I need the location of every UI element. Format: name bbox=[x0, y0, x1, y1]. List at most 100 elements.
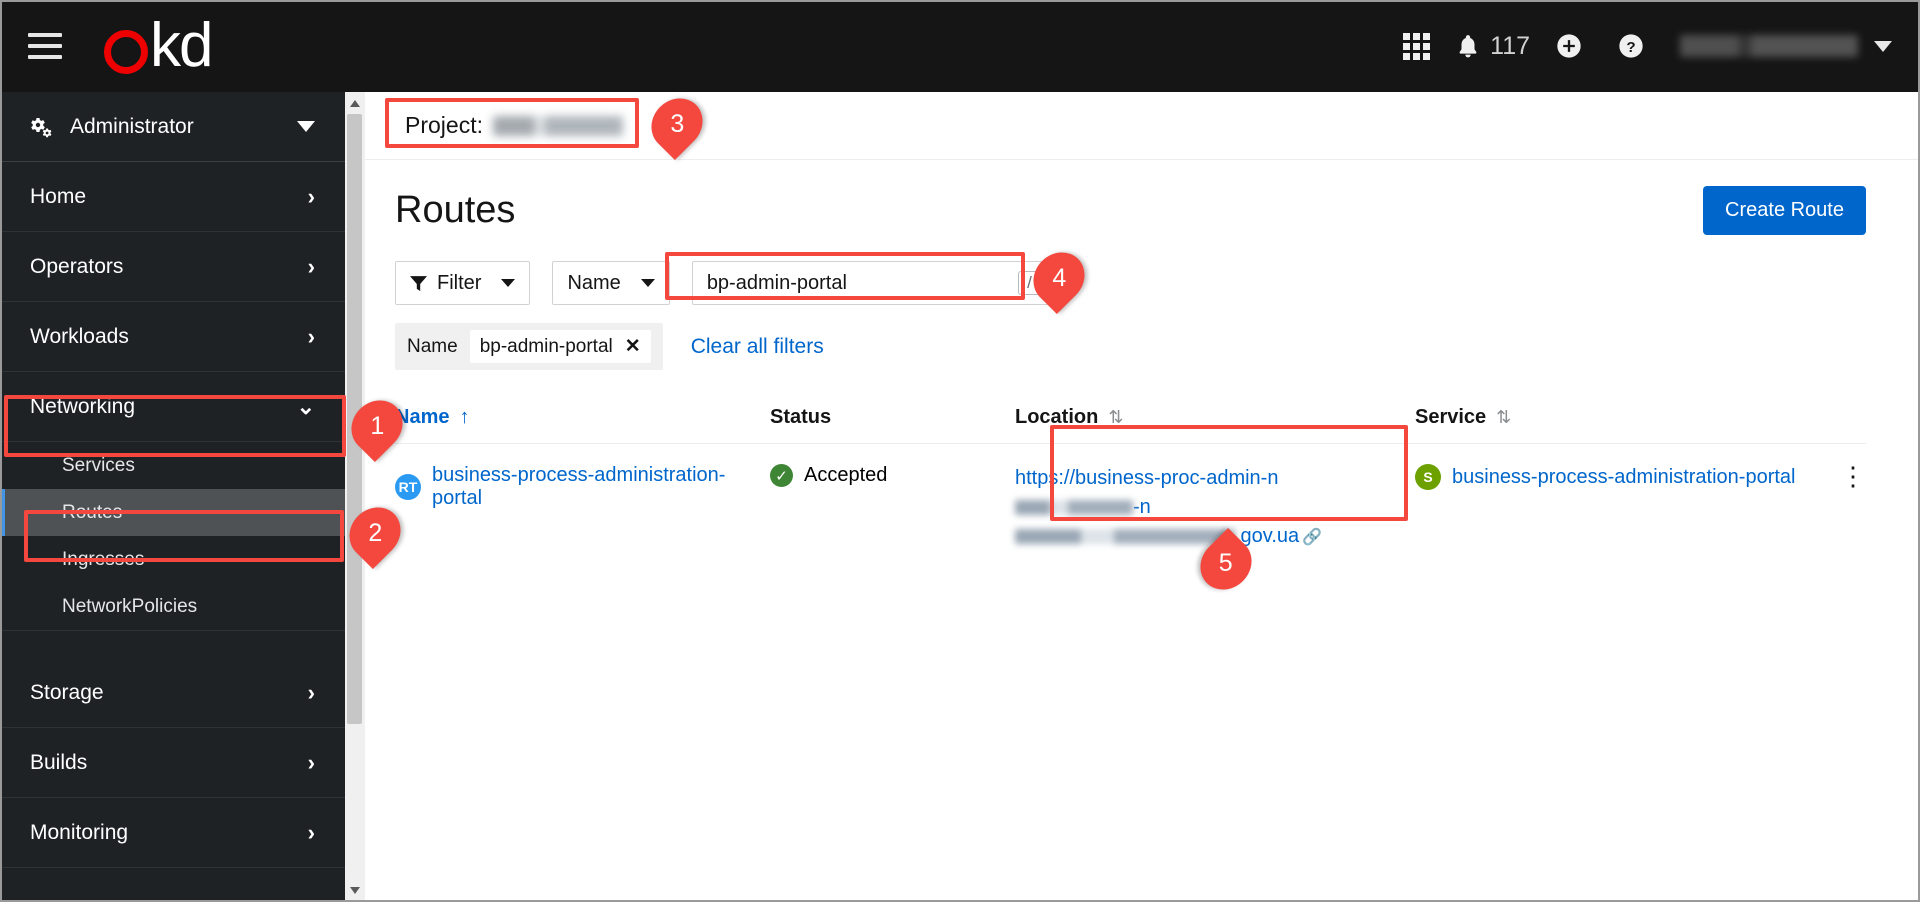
sidebar-item-label: Home bbox=[30, 184, 87, 208]
column-label: Location bbox=[1015, 406, 1099, 428]
filter-chip-group-label: Name bbox=[407, 335, 458, 357]
filter-chip: bp-admin-portal ✕ bbox=[469, 330, 651, 363]
sidebar-item-routes[interactable]: Routes bbox=[0, 489, 345, 536]
okd-console-screen: kd 117 ? Administrator Home › Operators … bbox=[0, 0, 1920, 902]
cell-location: https://business-proc-admin-n-n.gov.ua 🔗 bbox=[1015, 464, 1415, 551]
cell-status: ✓ Accepted bbox=[770, 464, 1015, 487]
service-name-link[interactable]: business-process-administration-portal bbox=[1452, 466, 1795, 489]
column-header-name[interactable]: Name ↑ bbox=[395, 406, 770, 429]
scroll-down-arrow-icon[interactable] bbox=[350, 887, 360, 894]
attribute-dropdown[interactable]: Name bbox=[552, 261, 670, 305]
table-row: RT business-process-administration-porta… bbox=[395, 444, 1866, 551]
sidebar-item-networking[interactable]: Networking ⌄ bbox=[0, 372, 345, 442]
sidebar-divider bbox=[0, 630, 345, 658]
chevron-right-icon: › bbox=[307, 253, 315, 279]
page-header: Routes Create Route bbox=[365, 160, 1920, 235]
location-redacted-1 bbox=[1015, 500, 1133, 516]
chevron-right-icon: › bbox=[307, 323, 315, 349]
search-box: / bbox=[691, 261, 1052, 305]
question-circle-icon[interactable]: ? bbox=[1600, 15, 1662, 77]
sidebar-item-label: Networking bbox=[30, 394, 136, 418]
status-text: Accepted bbox=[804, 464, 888, 486]
funnel-icon bbox=[410, 275, 427, 291]
column-header-status[interactable]: Status bbox=[770, 406, 1015, 429]
kebab-menu-icon[interactable]: ⋮ bbox=[1840, 464, 1866, 489]
sidebar-item-home[interactable]: Home › bbox=[0, 162, 345, 232]
notifications-button[interactable]: 117 bbox=[1447, 32, 1538, 61]
chevron-down-icon: ⌄ bbox=[296, 393, 315, 419]
close-icon[interactable]: ✕ bbox=[625, 335, 641, 358]
masthead-actions: 117 ? bbox=[1385, 15, 1920, 77]
cogs-icon bbox=[31, 117, 52, 137]
cell-service: S business-process-administration-portal… bbox=[1415, 464, 1866, 490]
column-header-service[interactable]: Service ⇅ bbox=[1415, 406, 1866, 429]
routes-table: Name ↑ Status Location ⇅ Service ⇅ RT bu… bbox=[395, 396, 1866, 551]
svg-text:?: ? bbox=[1626, 39, 1635, 56]
hamburger-icon[interactable] bbox=[28, 33, 62, 59]
masthead: kd 117 ? bbox=[0, 0, 1920, 92]
grid-apps-icon[interactable] bbox=[1385, 15, 1447, 77]
sidebar-item-builds[interactable]: Builds › bbox=[0, 728, 345, 798]
create-route-button[interactable]: Create Route bbox=[1703, 186, 1866, 235]
search-input[interactable] bbox=[706, 271, 1019, 295]
sidebar-nav: Administrator Home › Operators › Workloa… bbox=[0, 92, 345, 902]
attribute-dropdown-label: Name bbox=[567, 271, 621, 294]
project-bar: Project: bbox=[365, 92, 1920, 160]
sidebar-subitem-label: NetworkPolicies bbox=[62, 595, 198, 617]
location-line2-prefix: n bbox=[1139, 496, 1151, 518]
column-label: Status bbox=[770, 406, 832, 428]
filter-dropdown[interactable]: Filter bbox=[395, 261, 531, 305]
sort-icon: ⇅ bbox=[1496, 407, 1512, 427]
sidebar-item-storage[interactable]: Storage › bbox=[0, 658, 345, 728]
bell-icon bbox=[1459, 35, 1477, 58]
chevron-right-icon: › bbox=[307, 819, 315, 845]
logo-o-icon bbox=[104, 30, 148, 74]
arrow-up-icon: ↑ bbox=[459, 406, 470, 428]
sort-icon: ⇅ bbox=[1108, 407, 1124, 427]
location-redacted-2 bbox=[1015, 529, 1235, 545]
filter-toolbar: Filter Name / bbox=[365, 235, 1920, 305]
chevron-right-icon: › bbox=[307, 183, 315, 209]
sidebar-item-networkpolicies[interactable]: NetworkPolicies bbox=[0, 583, 345, 630]
plus-circle-icon[interactable] bbox=[1538, 15, 1600, 77]
sidebar-item-label: Storage bbox=[30, 680, 104, 704]
chevron-down-icon bbox=[501, 279, 516, 287]
sidebar-item-workloads[interactable]: Workloads › bbox=[0, 302, 345, 372]
perspective-switcher[interactable]: Administrator bbox=[0, 92, 345, 162]
location-dash: - bbox=[1133, 496, 1140, 518]
username-redacted[interactable] bbox=[1680, 35, 1858, 57]
sidebar-item-operators[interactable]: Operators › bbox=[0, 232, 345, 302]
project-name-redacted bbox=[492, 115, 623, 136]
scroll-up-arrow-icon[interactable] bbox=[350, 100, 360, 107]
chevron-right-icon: › bbox=[307, 679, 315, 705]
table-header-row: Name ↑ Status Location ⇅ Service ⇅ bbox=[395, 396, 1866, 444]
clear-all-filters-link[interactable]: Clear all filters bbox=[691, 335, 824, 359]
external-link-icon: 🔗 bbox=[1302, 529, 1323, 546]
okd-logo[interactable]: kd bbox=[104, 11, 214, 80]
sidebar-scrollbar[interactable] bbox=[345, 92, 365, 902]
perspective-label: Administrator bbox=[70, 114, 194, 138]
cell-name: RT business-process-administration-porta… bbox=[395, 464, 770, 510]
column-header-location[interactable]: Location ⇅ bbox=[1015, 406, 1415, 429]
filter-dropdown-label: Filter bbox=[437, 271, 482, 294]
sidebar-item-label: Builds bbox=[30, 750, 88, 774]
route-name-link[interactable]: business-process-administration-portal bbox=[432, 464, 770, 510]
filter-chip-label: bp-admin-portal bbox=[479, 335, 613, 357]
sidebar-item-label: Workloads bbox=[30, 324, 129, 348]
perspective-chevron-down-icon bbox=[297, 121, 315, 132]
sidebar-subitem-label: Services bbox=[62, 454, 135, 476]
sidebar-item-ingresses[interactable]: Ingresses bbox=[0, 536, 345, 583]
sidebar-item-monitoring[interactable]: Monitoring › bbox=[0, 798, 345, 868]
notification-count: 117 bbox=[1490, 31, 1530, 60]
check-circle-icon: ✓ bbox=[770, 464, 793, 487]
project-label: Project: bbox=[405, 112, 483, 138]
column-label: Service bbox=[1415, 406, 1487, 428]
project-selector[interactable]: Project: bbox=[395, 106, 687, 145]
logo-kd-text: kd bbox=[150, 11, 214, 80]
route-kind-badge: RT bbox=[395, 474, 421, 500]
route-location-link[interactable]: https://business-proc-admin-n-n.gov.ua 🔗 bbox=[1015, 464, 1355, 551]
active-filters-row: Name bp-admin-portal ✕ Clear all filters bbox=[365, 305, 1920, 370]
user-menu-chevron-down-icon[interactable] bbox=[1874, 40, 1892, 52]
sidebar-item-label: Monitoring bbox=[30, 820, 129, 844]
sidebar-item-services[interactable]: Services bbox=[0, 442, 345, 489]
